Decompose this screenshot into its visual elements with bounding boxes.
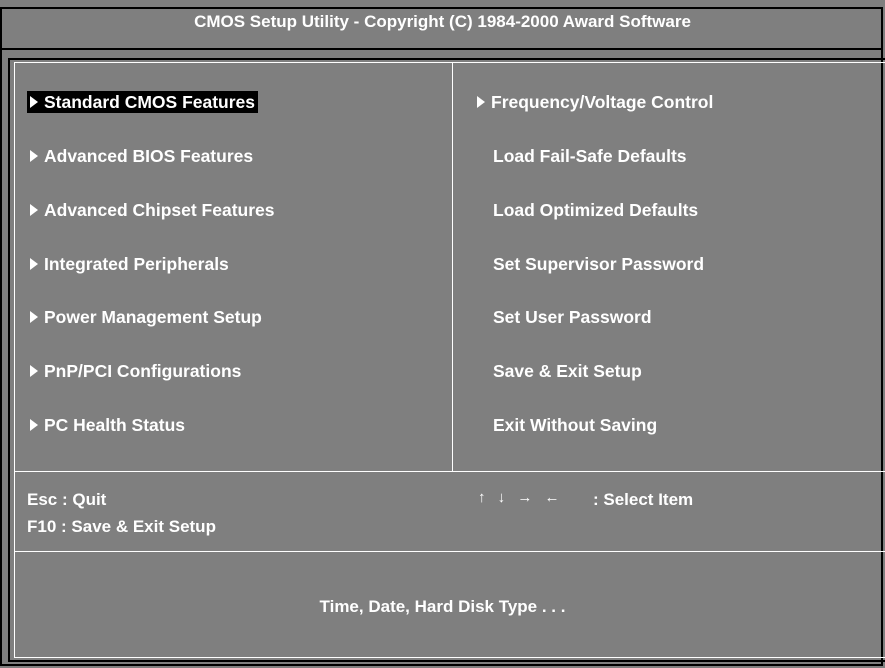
key-f10-save-exit: F10 : Save & Exit Setup: [27, 517, 216, 536]
menu-item-label: Standard CMOS Features: [44, 92, 256, 112]
menu-item-label: Advanced Chipset Features: [44, 200, 275, 220]
key-select-item: : Select Item: [593, 490, 694, 509]
menu-item-frequency-voltage-control[interactable]: Frequency/Voltage Control: [474, 91, 713, 113]
bottom-border: [8, 660, 885, 662]
bottom-inner-border: [14, 657, 885, 658]
menu-item-load-optimized-defaults[interactable]: Load Optimized Defaults: [493, 199, 698, 221]
menu-item-label: PC Health Status: [44, 415, 185, 435]
bios-screen: CMOS Setup Utility - Copyright (C) 1984-…: [0, 0, 885, 668]
menu-item-standard-cmos-features[interactable]: Standard CMOS Features: [27, 91, 259, 113]
menu-item-advanced-bios-features[interactable]: Advanced BIOS Features: [27, 145, 253, 167]
menu-item-pnp-pci-configurations[interactable]: PnP/PCI Configurations: [27, 360, 241, 382]
menu-item-set-supervisor-password[interactable]: Set Supervisor Password: [493, 253, 704, 275]
menu-bottom-divider: [14, 471, 885, 472]
submenu-arrow-icon: [30, 364, 38, 377]
key-esc-quit: Esc : Quit: [27, 490, 107, 509]
window-title: CMOS Setup Utility - Copyright (C) 1984-…: [194, 12, 691, 31]
submenu-arrow-icon: [477, 95, 485, 108]
menu-item-set-user-password[interactable]: Set User Password: [493, 306, 652, 328]
submenu-arrow-icon: [30, 149, 38, 162]
submenu-arrow-icon: [30, 203, 38, 216]
menu-item-exit-without-saving[interactable]: Exit Without Saving: [493, 414, 657, 436]
submenu-arrow-icon: [30, 418, 38, 431]
menu-item-integrated-peripherals[interactable]: Integrated Peripherals: [27, 253, 229, 275]
title-divider: [2, 48, 883, 50]
menu-item-power-management-setup[interactable]: Power Management Setup: [27, 306, 262, 328]
menu-item-save-exit-setup[interactable]: Save & Exit Setup: [493, 360, 642, 382]
keys-bottom-divider: [14, 551, 885, 552]
menu-item-advanced-chipset-features[interactable]: Advanced Chipset Features: [27, 199, 274, 221]
submenu-arrow-icon: [30, 310, 38, 323]
item-help-text: Time, Date, Hard Disk Type . . .: [319, 597, 566, 616]
menu-item-pc-health-status[interactable]: PC Health Status: [27, 414, 185, 436]
menu-item-label: PnP/PCI Configurations: [44, 361, 242, 381]
arrow-keys-icon: ↑ ↓ → ←: [478, 489, 564, 506]
menu-item-label: Power Management Setup: [44, 307, 262, 327]
menu-item-label: Advanced BIOS Features: [44, 146, 254, 166]
left-border: [8, 58, 10, 662]
column-divider: [452, 62, 453, 472]
left-border-inner: [14, 62, 15, 658]
menu-item-load-fail-safe-defaults[interactable]: Load Fail-Safe Defaults: [493, 145, 687, 167]
submenu-arrow-icon: [30, 95, 38, 108]
submenu-arrow-icon: [30, 257, 38, 270]
menu-top-border: [8, 58, 885, 60]
menu-item-label: Integrated Peripherals: [44, 254, 229, 274]
menu-item-label: Frequency/Voltage Control: [491, 92, 714, 112]
menu-top-inner: [14, 62, 885, 63]
